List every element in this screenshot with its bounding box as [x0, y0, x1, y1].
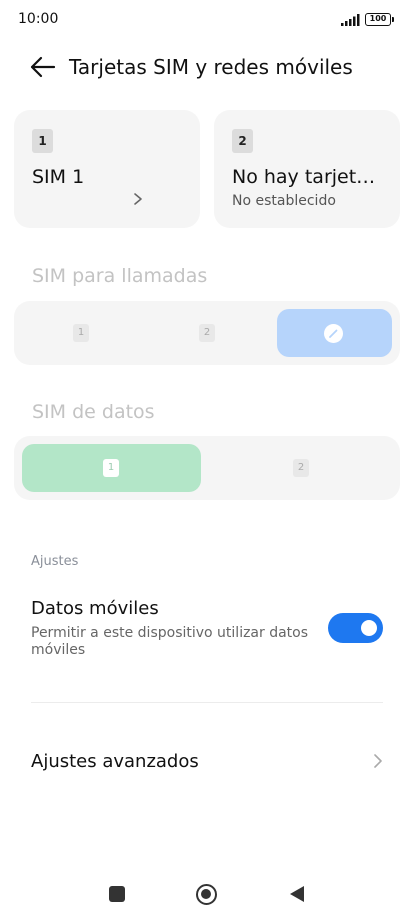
- settings-group-label: Ajustes: [31, 554, 79, 569]
- sim-2-badge: 2: [293, 459, 309, 477]
- sim-settings-screen: 10:00 100 Tarjetas SIM y redes móviles 1…: [0, 0, 414, 920]
- mobile-data-title: Datos móviles: [31, 598, 159, 619]
- signal-icon: [341, 14, 360, 26]
- data-sim-title: SIM de datos: [32, 401, 155, 423]
- page-title: Tarjetas SIM y redes móviles: [69, 55, 353, 79]
- status-bar: 10:00 100: [0, 0, 414, 40]
- sim-card-1[interactable]: 1 SIM 1: [14, 110, 200, 228]
- back-arrow-icon[interactable]: [30, 55, 56, 79]
- home-button[interactable]: [196, 884, 217, 905]
- call-sim-selector: 1 2: [14, 301, 400, 365]
- advanced-settings-title: Ajustes avanzados: [31, 751, 199, 772]
- call-sim-title: SIM para llamadas: [32, 265, 208, 287]
- edit-icon: [324, 324, 343, 343]
- sim-name: No hay tarjeta SIM: [232, 166, 382, 188]
- mobile-data-description: Permitir a este dispositivo utilizar dat…: [31, 625, 309, 658]
- status-time: 10:00: [18, 11, 59, 27]
- sim-1-badge: 1: [73, 324, 89, 342]
- data-sim-option-2[interactable]: 2: [209, 444, 392, 492]
- sim-status: No establecido: [232, 193, 336, 209]
- call-sim-option-1[interactable]: 1: [22, 309, 140, 357]
- toggle-knob: [361, 620, 377, 636]
- data-sim-option-1[interactable]: 1: [22, 444, 201, 492]
- sim-name: SIM 1: [32, 166, 85, 188]
- chevron-right-icon: [374, 754, 382, 768]
- sim-slot-badge: 1: [32, 129, 53, 153]
- sim-slot-badge: 2: [232, 129, 253, 153]
- data-sim-selector: 1 2: [14, 436, 400, 500]
- call-sim-option-ask[interactable]: [277, 309, 392, 357]
- battery-icon: 100: [365, 13, 394, 26]
- sim-2-badge: 2: [199, 324, 215, 342]
- call-sim-option-2[interactable]: 2: [148, 309, 266, 357]
- chevron-right-icon: [134, 193, 142, 205]
- divider: [31, 702, 383, 703]
- back-triangle-icon[interactable]: [289, 885, 305, 903]
- recents-button[interactable]: [109, 886, 125, 902]
- sim-card-2[interactable]: 2 No hay tarjeta SIM No establecido: [214, 110, 400, 228]
- mobile-data-toggle[interactable]: [328, 613, 383, 643]
- sim-1-badge: 1: [103, 459, 119, 477]
